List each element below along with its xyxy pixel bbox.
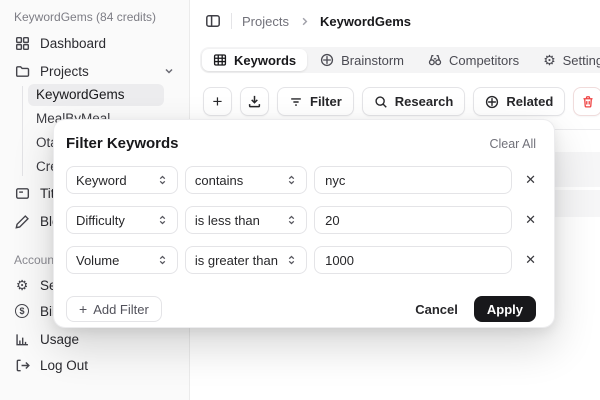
add-filter-button[interactable]: + Add Filter <box>66 296 162 322</box>
research-button-label: Research <box>395 94 454 109</box>
chevron-right-icon <box>299 16 310 27</box>
filter-row: Difficulty is less than ✕ <box>66 206 536 234</box>
filter-value-input[interactable] <box>314 246 512 274</box>
sidebar-item-label: Log Out <box>40 358 88 373</box>
updown-chevrons-icon <box>286 174 297 186</box>
header-divider <box>231 13 232 29</box>
filter-operator-value: contains <box>195 173 243 188</box>
tab-keywords[interactable]: Keywords <box>202 49 307 71</box>
logout-icon <box>14 357 30 373</box>
filter-row: Volume is greater than ✕ <box>66 246 536 274</box>
search-icon <box>374 95 388 109</box>
keywords-toolbar: + Filter Research <box>203 87 600 116</box>
filter-operator-select[interactable]: contains <box>185 166 307 194</box>
app: KeywordGems (84 credits) Dashboard Proje… <box>0 0 600 400</box>
breadcrumb: Projects KeywordGems <box>190 0 600 42</box>
filter-button[interactable]: Filter <box>277 87 354 116</box>
modal-footer: + Add Filter Cancel Apply <box>66 296 536 322</box>
filter-operator-value: is less than <box>195 213 260 228</box>
filter-lines-icon <box>289 95 303 109</box>
delete-button[interactable] <box>573 87 600 116</box>
remove-filter-icon[interactable]: ✕ <box>525 212 536 228</box>
related-button-label: Related <box>506 94 553 109</box>
filter-operator-select[interactable]: is less than <box>185 206 307 234</box>
filter-operator-select[interactable]: is greater than <box>185 246 307 274</box>
filter-field-value: Difficulty <box>76 213 125 228</box>
clear-all-link[interactable]: Clear All <box>489 137 536 151</box>
dollar-coin-icon: $ <box>14 303 30 319</box>
title-card-icon <box>14 185 30 201</box>
filter-field-select[interactable]: Keyword <box>66 166 178 194</box>
table-grid-icon <box>213 53 227 67</box>
updown-chevrons-icon <box>157 174 168 186</box>
updown-chevrons-icon <box>157 254 168 266</box>
sidebar-item-logout[interactable]: Log Out <box>0 354 189 376</box>
updown-chevrons-icon <box>286 254 297 266</box>
breadcrumb-parent[interactable]: Projects <box>242 14 289 29</box>
tab-bar: Keywords Brainstorm Competitors ⚙ Settin… <box>200 47 600 73</box>
apply-button[interactable]: Apply <box>474 296 536 322</box>
tab-label: Settings <box>563 53 600 68</box>
tab-brainstorm[interactable]: Brainstorm <box>309 49 415 71</box>
research-button[interactable]: Research <box>362 87 466 116</box>
updown-chevrons-icon <box>157 214 168 226</box>
dashboard-icon <box>14 35 30 51</box>
filter-row: Keyword contains ✕ <box>66 166 536 194</box>
filter-field-select[interactable]: Volume <box>66 246 178 274</box>
folder-icon <box>14 63 30 79</box>
bar-chart-icon <box>14 331 30 347</box>
sidebar-item-dashboard[interactable]: Dashboard <box>0 32 189 54</box>
chevron-down-icon <box>163 65 175 77</box>
sidebar-item-usage[interactable]: Usage <box>0 328 189 350</box>
trash-icon <box>581 95 595 109</box>
breadcrumb-current: KeywordGems <box>320 14 411 29</box>
remove-filter-icon[interactable]: ✕ <box>525 172 536 188</box>
add-keyword-button[interactable]: + <box>203 87 232 116</box>
pencil-icon <box>14 213 30 229</box>
plus-icon: + <box>79 302 87 316</box>
related-icon <box>485 95 499 109</box>
updown-chevrons-icon <box>286 214 297 226</box>
sidebar-item-label: Dashboard <box>40 36 106 51</box>
sidebar-toggle-icon[interactable] <box>205 13 221 29</box>
sidebar-item-projects[interactable]: Projects <box>0 60 189 82</box>
binoculars-icon <box>428 53 442 67</box>
tab-settings[interactable]: ⚙ Settings <box>532 49 600 71</box>
filter-operator-value: is greater than <box>195 253 278 268</box>
filter-field-value: Volume <box>76 253 119 268</box>
sidebar-item-label: Usage <box>40 332 79 347</box>
modal-title: Filter Keywords <box>66 135 179 152</box>
filter-keywords-modal: Filter Keywords Clear All Keyword contai… <box>53 119 555 328</box>
tab-label: Keywords <box>234 53 296 68</box>
filter-field-value: Keyword <box>76 173 127 188</box>
tab-label: Competitors <box>449 53 519 68</box>
export-button[interactable] <box>240 87 269 116</box>
filter-value-input[interactable] <box>314 206 512 234</box>
related-button[interactable]: Related <box>473 87 565 116</box>
filter-value-input[interactable] <box>314 166 512 194</box>
add-filter-label: Add Filter <box>93 302 149 317</box>
sidebar-project-keywordgems[interactable]: KeywordGems <box>28 84 164 106</box>
workspace-credits-label: KeywordGems (84 credits) <box>14 9 175 25</box>
gear-icon: ⚙ <box>543 53 556 67</box>
download-icon <box>247 94 262 109</box>
remove-filter-icon[interactable]: ✕ <box>525 252 536 268</box>
tab-label: Brainstorm <box>341 53 404 68</box>
plus-icon: + <box>213 93 223 110</box>
gear-icon: ⚙ <box>14 277 30 293</box>
brainstorm-icon <box>320 53 334 67</box>
tab-competitors[interactable]: Competitors <box>417 49 530 71</box>
filter-field-select[interactable]: Difficulty <box>66 206 178 234</box>
sidebar-item-label: Projects <box>40 64 89 79</box>
filter-button-label: Filter <box>310 94 342 109</box>
cancel-button[interactable]: Cancel <box>405 302 468 317</box>
